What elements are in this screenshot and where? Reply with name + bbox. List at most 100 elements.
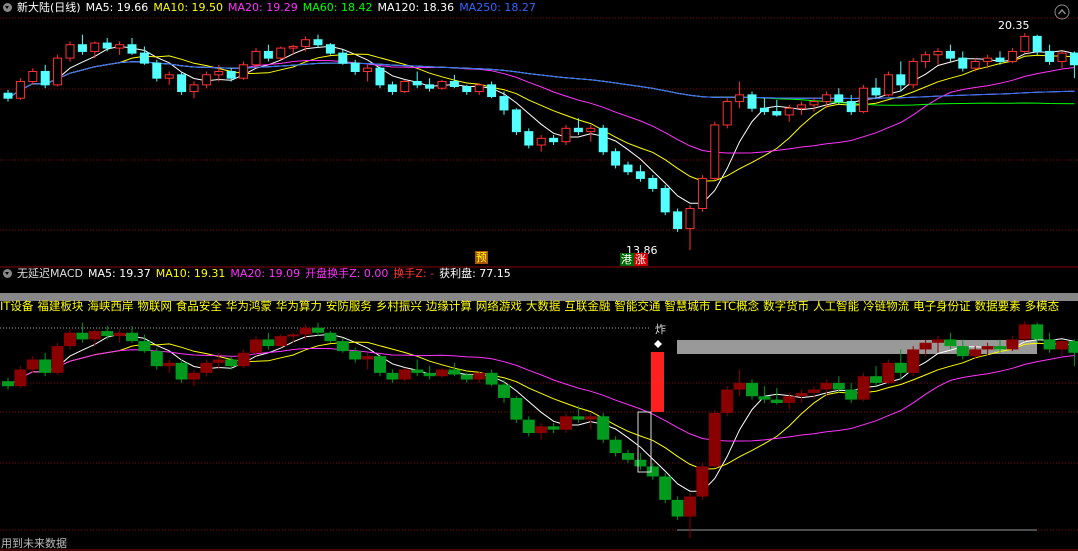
sub-bar[interactable] — [76, 332, 89, 340]
candle[interactable] — [896, 74, 906, 86]
candle[interactable] — [189, 84, 199, 93]
sub-bar[interactable] — [808, 389, 820, 393]
candle[interactable] — [90, 42, 100, 52]
sub-bar[interactable] — [138, 341, 151, 352]
sub-bar[interactable] — [770, 399, 783, 403]
candle[interactable] — [586, 127, 596, 133]
sub-bar[interactable] — [411, 369, 424, 373]
sub-bar[interactable] — [312, 327, 324, 333]
candle[interactable] — [1045, 50, 1055, 62]
concept-tag[interactable]: 华为算力 — [276, 299, 322, 313]
candle[interactable] — [561, 127, 571, 143]
candle[interactable] — [673, 211, 683, 230]
candle[interactable] — [375, 67, 385, 86]
sub-bar[interactable] — [795, 392, 808, 397]
sub-bar[interactable] — [51, 346, 64, 373]
sub-bar[interactable] — [659, 476, 672, 500]
candle[interactable] — [363, 67, 373, 72]
candle[interactable] — [1020, 35, 1030, 52]
concept-tag[interactable]: 人工智能 — [813, 299, 859, 313]
sub-bar[interactable] — [597, 416, 610, 440]
candle[interactable] — [511, 109, 521, 133]
candle[interactable] — [77, 44, 87, 52]
candle[interactable] — [313, 39, 323, 46]
candle[interactable] — [784, 107, 794, 116]
sub-bar[interactable] — [584, 416, 597, 420]
sub-bar[interactable] — [436, 369, 448, 377]
candle[interactable] — [251, 50, 261, 66]
sub-bar[interactable] — [398, 369, 411, 380]
candle[interactable] — [263, 50, 273, 59]
sub-bar[interactable] — [39, 359, 52, 373]
sub-bar[interactable] — [336, 341, 349, 352]
sub-bar[interactable] — [126, 332, 138, 342]
candle[interactable] — [152, 62, 162, 79]
candle[interactable] — [983, 57, 993, 62]
sub-bar[interactable] — [994, 346, 1006, 350]
concept-tag[interactable]: IT设备 — [0, 299, 33, 313]
concept-tag[interactable]: 大数据 — [526, 299, 561, 313]
candle[interactable] — [995, 57, 1005, 62]
candle[interactable] — [821, 94, 831, 103]
candle[interactable] — [487, 84, 497, 98]
sub-bar[interactable] — [374, 356, 386, 373]
sub-bar[interactable] — [634, 459, 647, 467]
candle[interactable] — [28, 70, 38, 83]
concept-tag[interactable]: 网络游戏 — [476, 299, 522, 313]
concept-tag[interactable]: 互联金融 — [564, 299, 610, 313]
sub-bar[interactable] — [857, 376, 870, 400]
concept-tag[interactable]: 多模态 — [1025, 299, 1060, 313]
candle[interactable] — [499, 96, 509, 111]
sub-bar[interactable] — [163, 362, 176, 367]
sub-bar[interactable] — [671, 499, 684, 517]
concept-tag[interactable]: 冷链物流 — [863, 299, 909, 313]
concept-tag[interactable]: 福建板块 — [37, 299, 83, 313]
candle[interactable] — [834, 94, 844, 103]
sub-bar[interactable] — [200, 362, 213, 373]
candle[interactable] — [635, 171, 645, 179]
sub-bar[interactable] — [361, 356, 374, 360]
sub-bar[interactable] — [1056, 341, 1068, 350]
candle[interactable] — [710, 124, 720, 179]
candle[interactable] — [1032, 35, 1042, 52]
candle[interactable] — [15, 81, 25, 99]
candle[interactable] — [772, 111, 782, 116]
sub-bar[interactable] — [870, 376, 882, 383]
sub-bar[interactable] — [26, 359, 39, 370]
concept-tag[interactable]: 食品安全 — [176, 299, 222, 313]
candle[interactable] — [797, 104, 807, 109]
sub-bar[interactable] — [733, 382, 746, 390]
sub-bar[interactable] — [535, 426, 548, 434]
sub-bar[interactable] — [820, 382, 833, 390]
candle[interactable] — [970, 60, 980, 69]
candle[interactable] — [65, 44, 75, 59]
sub-bar[interactable] — [349, 351, 362, 360]
candle[interactable] — [945, 50, 955, 59]
candle[interactable] — [164, 74, 174, 79]
candle[interactable] — [697, 177, 707, 210]
sub-bar[interactable] — [423, 372, 436, 377]
concept-tag[interactable]: 电子身份证 — [913, 299, 971, 313]
sub-bar[interactable] — [696, 466, 709, 497]
collapse-button[interactable] — [1054, 4, 1070, 20]
candle[interactable] — [809, 101, 819, 106]
candle[interactable] — [462, 86, 472, 93]
sub-bar[interactable] — [1006, 339, 1019, 350]
candle[interactable] — [958, 57, 968, 69]
sub-bar[interactable] — [88, 331, 101, 340]
candle[interactable] — [474, 84, 484, 93]
candle[interactable] — [40, 70, 50, 86]
candle[interactable] — [425, 84, 435, 89]
concept-tag[interactable]: 物联网 — [137, 299, 172, 313]
candle[interactable] — [908, 60, 918, 86]
candle[interactable] — [127, 44, 137, 54]
sub-bar[interactable] — [708, 412, 721, 467]
candle[interactable] — [660, 187, 670, 213]
sub-bar[interactable] — [386, 372, 399, 380]
candle[interactable] — [685, 208, 695, 230]
sub-bar[interactable] — [485, 372, 498, 385]
sub-bar[interactable] — [560, 416, 572, 430]
candle[interactable] — [338, 52, 348, 64]
sub-bar[interactable] — [498, 384, 510, 398]
candle[interactable] — [102, 42, 112, 49]
